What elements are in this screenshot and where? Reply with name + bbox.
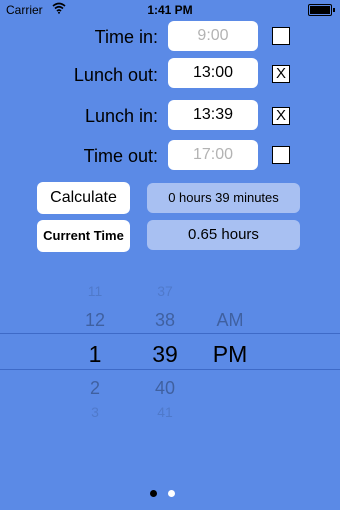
picker-pm-selected[interactable]: PM: [190, 341, 270, 368]
picker-hour-item[interactable]: 12: [60, 310, 130, 331]
time-out-checkbox[interactable]: [272, 146, 290, 164]
time-in-label: Time in:: [94, 27, 158, 47]
time-picker[interactable]: 11 12 1 2 3 37 38 39 40 41 AM PM: [0, 283, 340, 423]
page-dot[interactable]: [168, 490, 175, 497]
lunch-out-checkbox[interactable]: X: [272, 65, 290, 83]
lunch-out-field[interactable]: 13:00: [168, 58, 258, 88]
picker-minute-item[interactable]: 41: [130, 404, 200, 420]
lunch-out-label: Lunch out:: [73, 65, 158, 85]
picker-am-item[interactable]: AM: [190, 310, 270, 331]
duration-result: 0 hours 39 minutes: [147, 183, 300, 213]
page-control[interactable]: [0, 490, 340, 500]
picker-hour-item[interactable]: 3: [60, 404, 130, 420]
picker-hour-selected[interactable]: 1: [60, 341, 130, 368]
time-out-label: Time out:: [83, 146, 158, 166]
picker-hour-item[interactable]: 2: [60, 378, 130, 399]
time-in-checkbox[interactable]: [272, 27, 290, 45]
current-time-button[interactable]: Current Time: [37, 220, 130, 252]
picker-hour-item[interactable]: 11: [60, 283, 130, 299]
page-dot-active[interactable]: [150, 490, 157, 497]
status-bar: Carrier 1:41 PM: [0, 0, 340, 20]
calculate-button[interactable]: Calculate: [37, 182, 130, 214]
time-in-field[interactable]: 9:00: [168, 21, 258, 51]
picker-minute-item[interactable]: 37: [130, 283, 200, 299]
lunch-in-field[interactable]: 13:39: [168, 100, 258, 130]
time-out-field[interactable]: 17:00: [168, 140, 258, 170]
picker-minute-item[interactable]: 40: [130, 378, 200, 399]
lunch-in-label: Lunch in:: [84, 106, 158, 126]
battery-icon: [308, 4, 335, 16]
decimal-hours-result: 0.65 hours: [147, 220, 300, 250]
lunch-in-checkbox[interactable]: X: [272, 107, 290, 125]
status-clock: 1:41 PM: [147, 3, 193, 17]
